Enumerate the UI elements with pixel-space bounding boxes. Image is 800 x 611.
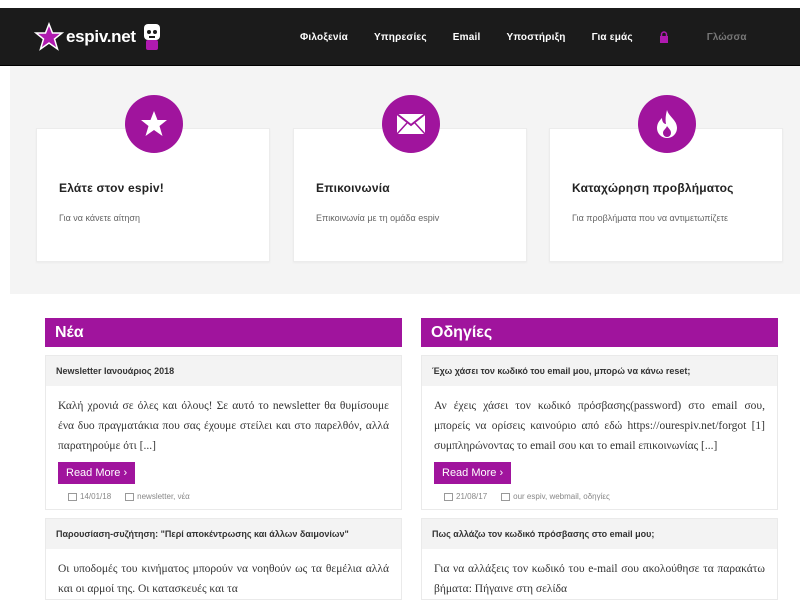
flame-icon <box>638 95 696 153</box>
feature-text: Για να κάνετε αίτηση <box>59 213 140 223</box>
star-icon <box>125 95 183 153</box>
post-excerpt: Οι υποδομές του κινήματος μπορούν να νοη… <box>58 563 389 595</box>
feature-title: Επικοινωνία <box>316 181 390 195</box>
feature-card-report[interactable]: Καταχώρηση προβλήματος Για προβλήματα πο… <box>549 95 783 262</box>
guides-header: Οδηγίες <box>421 318 778 347</box>
post-excerpt: Καλή χρονιά σε όλες και όλους! Σε αυτό τ… <box>58 400 389 452</box>
read-more-button[interactable]: Read More › <box>58 462 136 484</box>
post-tags[interactable]: newsletter, νέα <box>137 492 190 501</box>
guide-post: Πως αλλάζω τον κωδικό πρόσβασης στο emai… <box>421 518 778 600</box>
news-post: Newsletter Ιανουάριος 2018 Καλή χρονιά σ… <box>45 355 402 510</box>
calendar-icon <box>444 492 453 501</box>
feature-card-contact[interactable]: Επικοινωνία Επικοινωνία με τη ομάδα espi… <box>293 95 527 262</box>
lock-icon[interactable] <box>659 31 669 43</box>
main-nav: Φιλοξενία Υπηρεσίες Email Υποστήριξη Για… <box>300 8 747 66</box>
envelope-icon <box>382 95 440 153</box>
tag-icon <box>125 492 135 501</box>
nav-about[interactable]: Για εμάς <box>592 32 633 43</box>
brand-name: espiv.net <box>66 27 136 46</box>
site-logo[interactable]: espiv.net <box>34 22 164 52</box>
news-post: Παρουσίαση-συζήτηση: "Περί αποκέντρωσης … <box>45 518 402 600</box>
features-section: Ελάτε στον espiv! Για να κάνετε αίτηση Ε… <box>10 66 800 294</box>
nav-services[interactable]: Υπηρεσίες <box>374 32 427 43</box>
feature-title: Ελάτε στον espiv! <box>59 181 164 195</box>
feature-card-join[interactable]: Ελάτε στον espiv! Για να κάνετε αίτηση <box>36 95 270 262</box>
post-title-link[interactable]: Παρουσίαση-συζήτηση: "Περί αποκέντρωσης … <box>46 519 401 549</box>
post-excerpt: Για να αλλάξεις τον κωδικό του e-mail σο… <box>434 563 765 595</box>
post-date: 21/08/17 <box>456 492 488 501</box>
post-title-link[interactable]: Newsletter Ιανουάριος 2018 <box>46 356 401 386</box>
post-title-link[interactable]: Έχω χάσει τον κωδικό του email μου, μπορ… <box>422 356 777 386</box>
guide-post: Έχω χάσει τον κωδικό του email μου, μπορ… <box>421 355 778 510</box>
top-navbar: espiv.net Φιλοξενία Υπηρεσίες Email Υποσ… <box>0 8 800 66</box>
star-logo-icon <box>34 22 64 51</box>
post-excerpt: Αν έχεις χάσει τον κωδικό πρόσβασης(pass… <box>434 400 765 452</box>
calendar-icon <box>68 492 77 501</box>
nav-support[interactable]: Υποστήριξη <box>506 32 565 43</box>
language-selector[interactable]: Γλώσσα <box>707 32 747 43</box>
post-title-link[interactable]: Πως αλλάζω τον κωδικό πρόσβασης στο emai… <box>422 519 777 549</box>
feature-title: Καταχώρηση προβλήματος <box>572 181 734 195</box>
post-meta: 14/01/18 newsletter, νέα <box>46 484 401 509</box>
post-tags[interactable]: our espiv, webmail, οδηγίες <box>513 492 610 501</box>
read-more-button[interactable]: Read More › <box>434 462 512 484</box>
feature-text: Επικοινωνία με τη ομάδα espiv <box>316 213 440 223</box>
news-header: Νέα <box>45 318 402 347</box>
nav-email[interactable]: Email <box>453 32 481 43</box>
news-column: Νέα Newsletter Ιανουάριος 2018 Καλή χρον… <box>45 318 402 600</box>
post-date: 14/01/18 <box>80 492 112 501</box>
tag-icon <box>501 492 511 501</box>
nav-hosting[interactable]: Φιλοξενία <box>300 32 348 43</box>
feature-text: Για προβλήματα που να αντιμετωπίζετε <box>572 213 729 223</box>
post-meta: 21/08/17 our espiv, webmail, οδηγίες <box>422 484 777 509</box>
mascot-icon <box>143 24 160 50</box>
guides-column: Οδηγίες Έχω χάσει τον κωδικό του email μ… <box>421 318 778 600</box>
